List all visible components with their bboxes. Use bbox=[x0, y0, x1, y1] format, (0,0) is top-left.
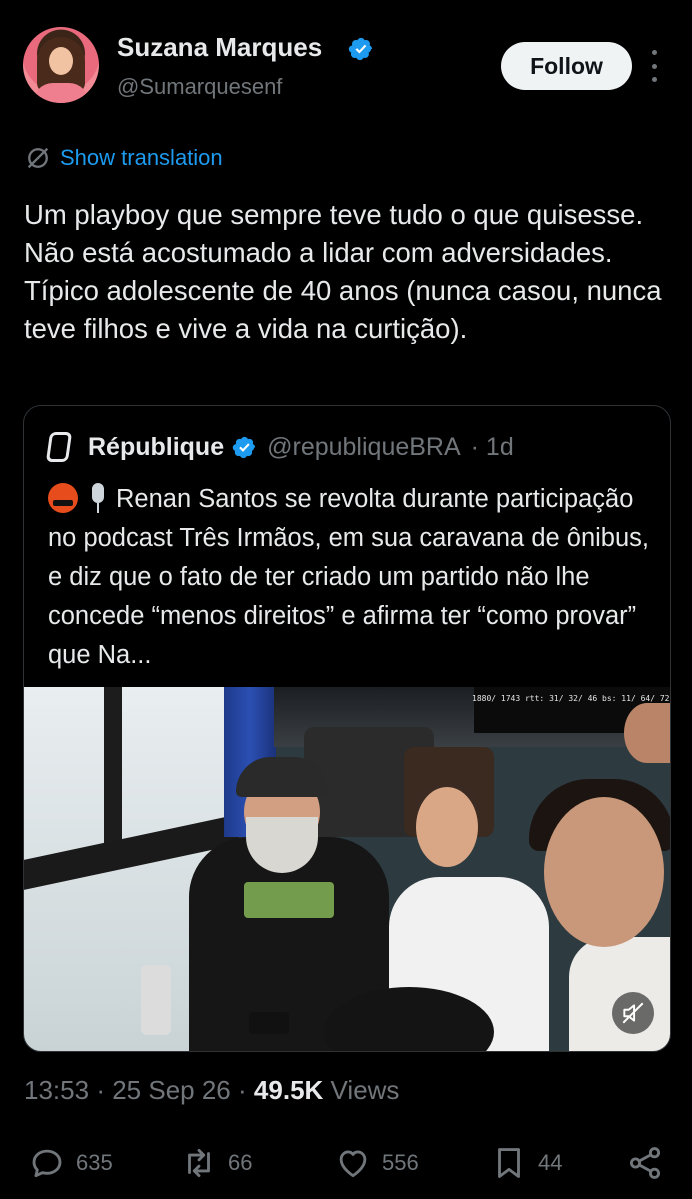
meta-separator: · bbox=[238, 1075, 247, 1105]
show-translation-link[interactable]: Show translation bbox=[24, 144, 223, 172]
quoted-tweet-text: Renan Santos se revolta durante particip… bbox=[48, 480, 658, 675]
tweet-date: 25 Sep 26 bbox=[112, 1075, 231, 1105]
angry-face-emoji-icon bbox=[48, 483, 78, 513]
republique-logo-icon bbox=[45, 432, 73, 462]
views-label: Views bbox=[330, 1075, 400, 1105]
quoted-video[interactable]: 1880/ 1743 rtt: 31/ 32/ 46 bs: 11/ 64/ 7… bbox=[24, 687, 670, 1051]
heart-icon bbox=[339, 1150, 367, 1178]
meta-separator: · bbox=[96, 1075, 105, 1105]
action-bar: 635 66 556 44 bbox=[24, 1144, 670, 1190]
mute-button[interactable] bbox=[612, 992, 654, 1034]
author-name[interactable]: Suzana Marques bbox=[117, 32, 322, 63]
follow-button[interactable]: Follow bbox=[501, 42, 632, 90]
verified-badge-icon bbox=[348, 37, 373, 61]
bookmark-button[interactable]: 44 bbox=[490, 1144, 562, 1182]
reply-icon bbox=[32, 1149, 62, 1178]
quoted-time: · 1d bbox=[470, 432, 514, 461]
quoted-author-handle[interactable]: @republiqueBRA bbox=[267, 433, 461, 462]
more-options-icon[interactable] bbox=[646, 50, 662, 82]
translate-icon bbox=[27, 147, 49, 169]
tweet-time: 13:53 bbox=[24, 1075, 90, 1105]
show-translation-label: Show translation bbox=[60, 145, 223, 170]
quoted-tweet-header: République @republiqueBRA · 1d bbox=[45, 432, 514, 462]
quoted-tweet-card[interactable]: République @republiqueBRA · 1d Renan San… bbox=[23, 405, 671, 1052]
quoted-tweet-body: Renan Santos se revolta durante particip… bbox=[48, 485, 649, 669]
share-icon bbox=[629, 1147, 661, 1179]
video-debug-overlay: 1880/ 1743 rtt: 31/ 32/ 46 bs: 11/ 64/ 7… bbox=[472, 694, 670, 703]
bookmark-icon bbox=[498, 1148, 520, 1178]
quoted-author-name[interactable]: République bbox=[88, 433, 224, 462]
microphone-emoji-icon bbox=[90, 483, 106, 513]
like-button[interactable]: 556 bbox=[334, 1144, 419, 1182]
repost-count: 66 bbox=[228, 1150, 253, 1175]
share-button[interactable] bbox=[626, 1144, 664, 1182]
quoted-verified-badge-icon bbox=[232, 436, 256, 458]
author-avatar[interactable] bbox=[23, 27, 99, 103]
reply-button[interactable]: 635 bbox=[28, 1144, 113, 1182]
views-count[interactable]: 49.5K bbox=[254, 1075, 323, 1105]
repost-icon bbox=[188, 1148, 210, 1178]
reply-count: 635 bbox=[76, 1150, 113, 1175]
tweet-meta: 13:53 · 25 Sep 26 · 49.5K Views bbox=[24, 1075, 399, 1106]
like-count: 556 bbox=[382, 1150, 419, 1175]
bookmark-count: 44 bbox=[538, 1150, 563, 1175]
author-handle[interactable]: @Sumarquesenf bbox=[117, 74, 282, 100]
muted-speaker-icon bbox=[622, 1002, 644, 1024]
tweet-text: Um playboy que sempre teve tudo o que qu… bbox=[24, 199, 662, 344]
repost-button[interactable]: 66 bbox=[180, 1144, 252, 1182]
